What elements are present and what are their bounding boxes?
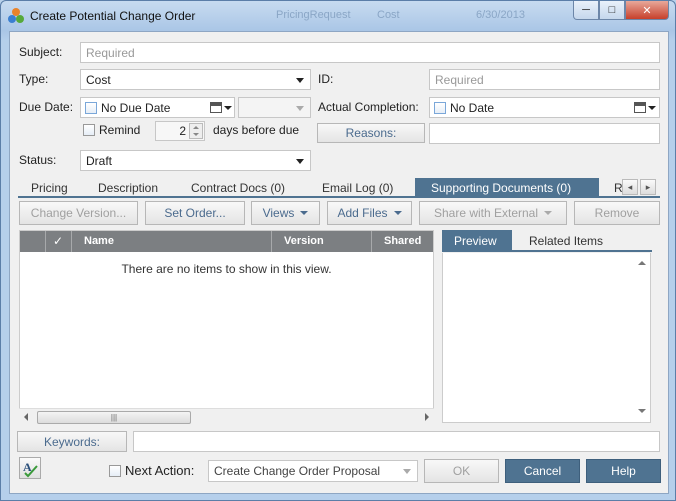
background-text: Cost bbox=[377, 9, 400, 21]
chevron-down-icon bbox=[544, 211, 553, 215]
views-label: Views bbox=[262, 206, 295, 220]
spell-check-icon[interactable]: A bbox=[19, 457, 41, 479]
preview-tab-strip: Preview Related Items bbox=[442, 230, 652, 252]
app-logo-icon bbox=[8, 8, 24, 24]
due-time-select[interactable] bbox=[238, 97, 311, 118]
scroll-right-icon[interactable] bbox=[425, 413, 429, 421]
cancel-button[interactable]: Cancel bbox=[505, 459, 580, 483]
remove-button[interactable]: Remove bbox=[574, 201, 660, 225]
tab-strip: Pricing Description Contract Docs (0) Em… bbox=[18, 178, 660, 198]
keywords-input[interactable] bbox=[133, 431, 660, 452]
status-label: Status: bbox=[19, 153, 57, 167]
column-header-shared[interactable]: Shared bbox=[384, 235, 421, 247]
calendar-icon[interactable] bbox=[210, 102, 222, 113]
background-text: 6/30/2013 bbox=[476, 9, 525, 21]
scroll-up-icon[interactable] bbox=[638, 261, 646, 265]
next-action-checkbox[interactable] bbox=[109, 465, 121, 477]
type-label: Type: bbox=[19, 72, 49, 86]
id-label: ID: bbox=[318, 72, 334, 86]
remind-label: Remind bbox=[99, 123, 141, 137]
due-date-checkbox[interactable] bbox=[85, 102, 97, 114]
check-column-header[interactable]: ✓ bbox=[53, 234, 63, 248]
chevron-down-icon[interactable] bbox=[224, 106, 232, 110]
tab-pricing[interactable]: Pricing bbox=[31, 178, 68, 196]
reasons-input[interactable] bbox=[429, 123, 660, 144]
column-header-version[interactable]: Version bbox=[284, 235, 324, 247]
minimize-button[interactable]: ─ bbox=[573, 1, 599, 20]
actual-completion-label: Actual Completion: bbox=[318, 100, 419, 114]
documents-grid[interactable]: ✓ Name Version Shared There are no items… bbox=[19, 230, 434, 423]
help-button[interactable]: Help bbox=[586, 459, 661, 483]
status-select[interactable]: Draft bbox=[80, 150, 311, 171]
dialog-window: Create Potential Change Order PricingReq… bbox=[0, 0, 676, 501]
scroll-down-icon[interactable] bbox=[638, 409, 646, 413]
id-input[interactable]: Required bbox=[429, 69, 660, 90]
scroll-thumb[interactable]: ||| bbox=[37, 411, 191, 424]
due-date-value: No Due Date bbox=[101, 101, 171, 115]
vertical-scrollbar[interactable] bbox=[635, 257, 649, 417]
set-order-button[interactable]: Set Order... bbox=[145, 201, 245, 225]
chevron-down-icon bbox=[393, 211, 402, 215]
share-external-button[interactable]: Share with External bbox=[419, 201, 567, 225]
remind-checkbox[interactable] bbox=[83, 124, 95, 136]
tab-scroll-left-icon[interactable]: ◂ bbox=[622, 179, 638, 195]
horizontal-scrollbar[interactable]: ||| bbox=[19, 408, 434, 425]
tab-related-items[interactable]: Related Items bbox=[529, 230, 603, 250]
actual-completion-value: No Date bbox=[450, 101, 495, 115]
actual-completion-checkbox[interactable] bbox=[434, 102, 446, 114]
grid-header: ✓ Name Version Shared bbox=[20, 231, 433, 252]
views-button[interactable]: Views bbox=[251, 201, 320, 225]
type-select[interactable]: Cost bbox=[80, 69, 311, 90]
change-version-button[interactable]: Change Version... bbox=[19, 201, 138, 225]
chevron-down-icon[interactable] bbox=[648, 106, 656, 110]
keywords-button[interactable]: Keywords: bbox=[17, 431, 127, 452]
chevron-down-icon bbox=[300, 211, 309, 215]
remind-checkbox-row[interactable]: Remind bbox=[83, 123, 140, 137]
tab-email-log[interactable]: Email Log (0) bbox=[322, 178, 393, 196]
days-before-label: days before due bbox=[213, 123, 300, 137]
reasons-button[interactable]: Reasons: bbox=[317, 123, 425, 143]
tab-preview[interactable]: Preview bbox=[442, 230, 512, 250]
preview-pane bbox=[442, 253, 651, 423]
calendar-icon[interactable] bbox=[634, 102, 646, 113]
subject-label: Subject: bbox=[19, 45, 63, 59]
due-date-label: Due Date: bbox=[19, 100, 74, 114]
window-title: Create Potential Change Order bbox=[30, 9, 196, 23]
add-files-button[interactable]: Add Files bbox=[327, 201, 412, 225]
empty-grid-message: There are no items to show in this view. bbox=[121, 262, 332, 276]
ok-button[interactable]: OK bbox=[424, 459, 499, 483]
next-action-select[interactable]: Create Change Order Proposal bbox=[208, 460, 418, 482]
tab-contract-docs[interactable]: Contract Docs (0) bbox=[191, 178, 285, 196]
actual-completion-input[interactable]: No Date bbox=[429, 97, 660, 118]
column-header-name[interactable]: Name bbox=[84, 235, 114, 247]
add-files-label: Add Files bbox=[337, 206, 388, 220]
remind-days-value: 2 bbox=[179, 124, 186, 138]
next-action-row[interactable]: Next Action: bbox=[109, 463, 194, 478]
maximize-button[interactable]: □ bbox=[599, 1, 625, 20]
close-button[interactable]: ✕ bbox=[625, 1, 669, 20]
tab-supporting-documents[interactable]: Supporting Documents (0) bbox=[415, 178, 599, 196]
tab-description[interactable]: Description bbox=[98, 178, 158, 196]
scroll-left-icon[interactable] bbox=[24, 413, 28, 421]
next-action-label: Next Action: bbox=[125, 463, 195, 478]
dialog-body: Subject: Required Type: Cost ID: Require… bbox=[9, 31, 669, 494]
stepper-buttons[interactable] bbox=[189, 123, 203, 139]
tab-scroll-right-icon[interactable]: ▸ bbox=[640, 179, 656, 195]
title-bar[interactable]: Create Potential Change Order PricingReq… bbox=[1, 1, 675, 31]
background-text: PricingRequest bbox=[276, 9, 351, 21]
subject-input[interactable]: Required bbox=[80, 42, 660, 63]
share-external-label: Share with External bbox=[433, 206, 539, 220]
